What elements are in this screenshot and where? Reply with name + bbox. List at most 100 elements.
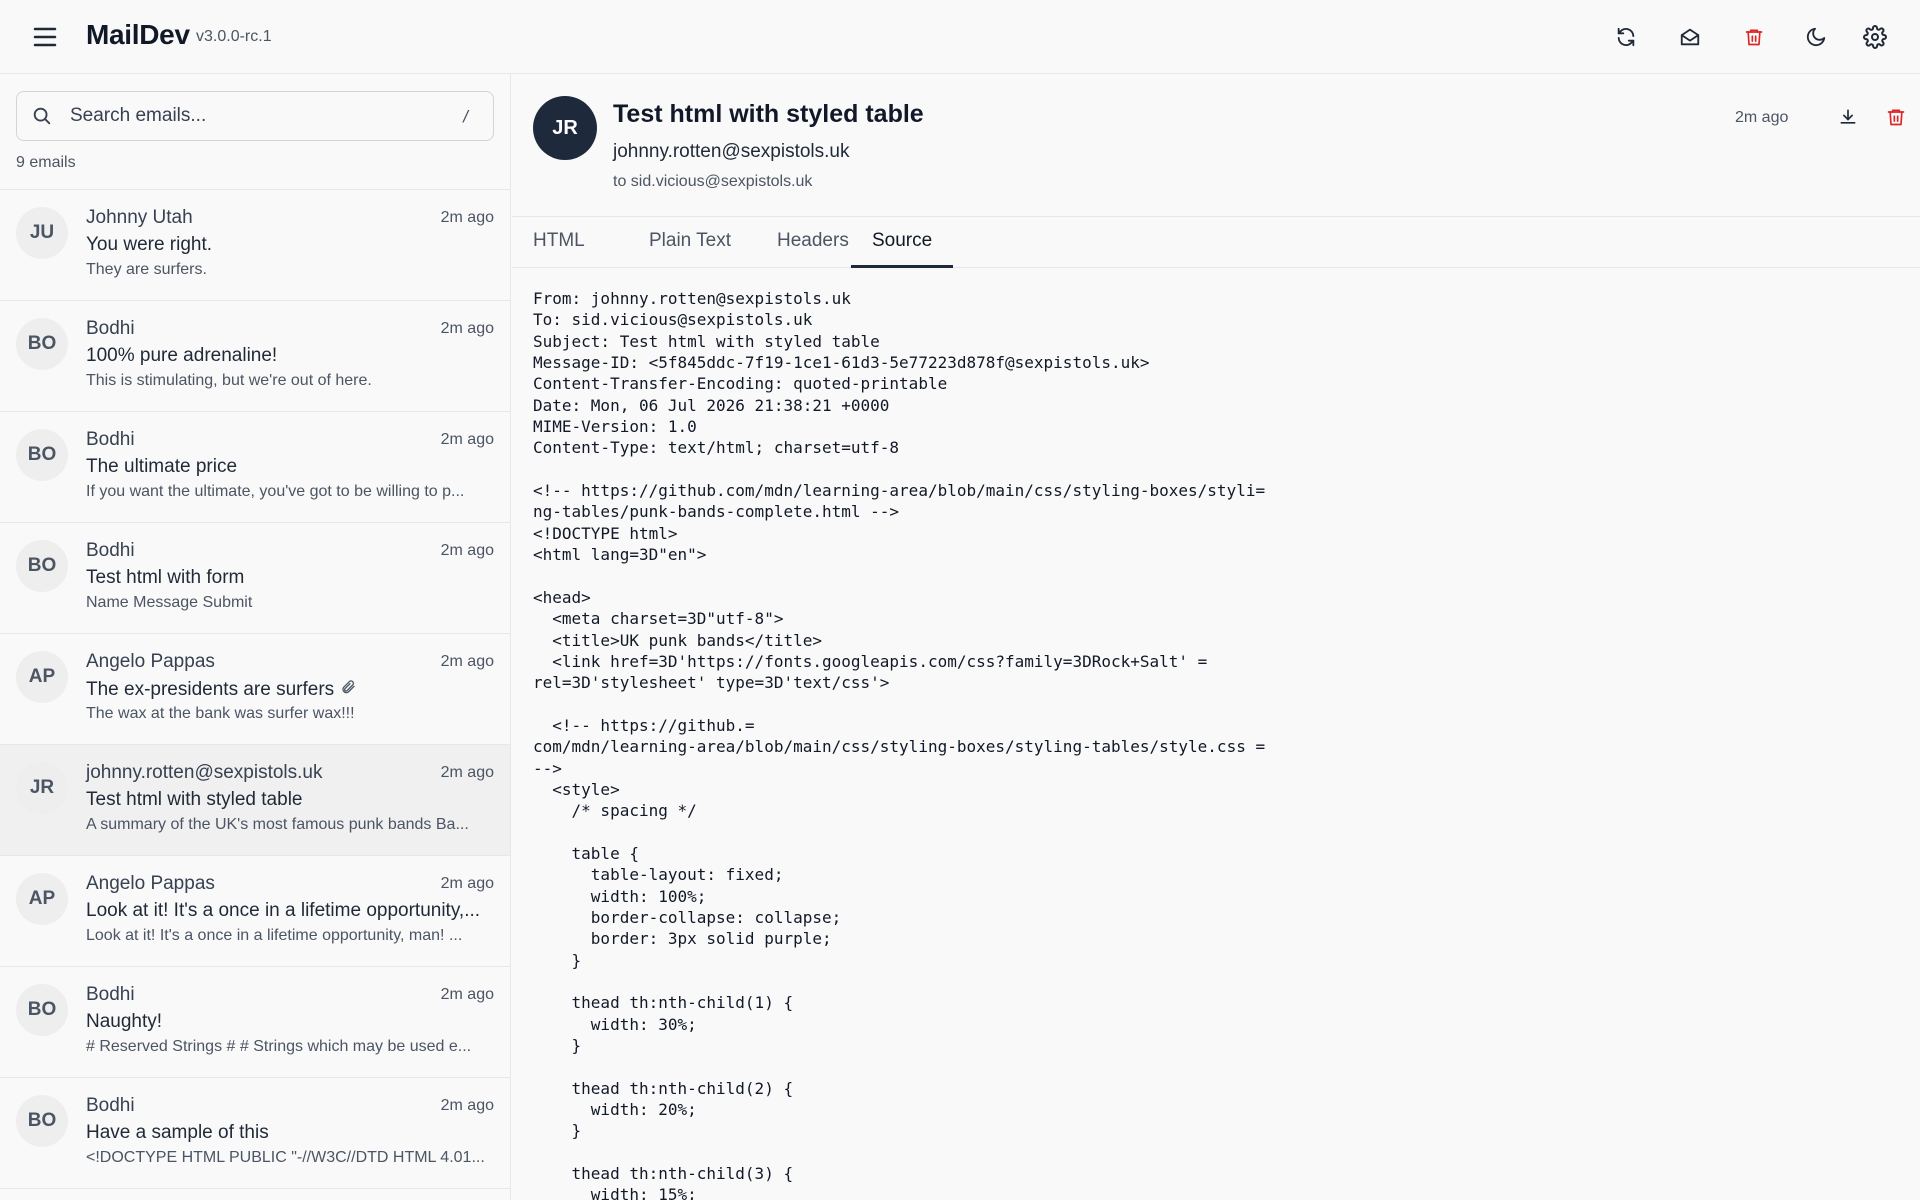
email-sender: Bodhi bbox=[86, 1095, 135, 1116]
email-sender: Bodhi bbox=[86, 318, 135, 339]
source-line: <title>UK punk bands</title> bbox=[533, 630, 822, 650]
source-line: border: 3px solid purple; bbox=[533, 929, 832, 949]
source-line: width: 15%; bbox=[533, 1185, 697, 1200]
menu-icon[interactable] bbox=[30, 25, 60, 49]
email-sender: Angelo Pappas bbox=[86, 873, 215, 894]
tab-html[interactable]: HTML bbox=[512, 217, 606, 268]
dark-mode-icon[interactable] bbox=[1796, 17, 1836, 57]
source-line bbox=[533, 459, 1913, 480]
source-line bbox=[533, 1142, 1913, 1163]
source-line: <style> bbox=[533, 779, 620, 799]
email-list-item[interactable]: BO Bodhi 2m ago 100% pure adrenaline! This i… bbox=[0, 301, 510, 412]
avatar: BO bbox=[16, 984, 68, 1036]
avatar: JU bbox=[16, 207, 68, 259]
email-sidebar: / 9 emails JU Johnny Utah 2m ago You were r… bbox=[0, 74, 511, 1200]
email-subject: Have a sample of this bbox=[86, 1122, 269, 1143]
avatar: AP bbox=[16, 651, 68, 703]
delete-icon[interactable] bbox=[1876, 97, 1916, 137]
email-preview: <!DOCTYPE HTML PUBLIC "-//W3C//DTD HTML … bbox=[86, 1149, 485, 1166]
source-line: border-collapse: collapse; bbox=[533, 907, 842, 927]
email-list-item[interactable]: AP Angelo Pappas 2m ago The ex-presidents a… bbox=[0, 634, 510, 745]
refresh-icon[interactable] bbox=[1606, 17, 1646, 57]
email-list-item[interactable]: BO Bodhi 2m ago Have a sample of this <!DOCT… bbox=[0, 1078, 510, 1189]
tab-source[interactable]: Source bbox=[851, 217, 954, 268]
email-list-item[interactable]: BO Bodhi 2m ago Naughty! # Reserved Strings … bbox=[0, 967, 510, 1078]
message-from: johnny.rotten@sexpistols.uk bbox=[613, 141, 850, 162]
avatar: BO bbox=[16, 318, 68, 370]
source-line: thead th:nth-child(2) { bbox=[533, 1078, 794, 1098]
source-line: width: 100%; bbox=[533, 886, 707, 906]
email-sender: Bodhi bbox=[86, 540, 135, 561]
email-list-item[interactable]: BO Bodhi 2m ago The ultimate price If you wa… bbox=[0, 412, 510, 523]
email-subject: Look at it! It's a once in a lifetime op… bbox=[86, 900, 481, 921]
avatar: BO bbox=[16, 540, 68, 592]
email-time: 2m ago bbox=[440, 209, 494, 226]
email-time: 2m ago bbox=[440, 653, 494, 670]
email-list-item[interactable]: BO Bodhi 2m ago Test html with form Name Mes… bbox=[0, 523, 510, 634]
email-preview: Name Message Submit bbox=[86, 594, 253, 611]
source-line: <!-- https://github.com/mdn/learning-are… bbox=[533, 481, 1266, 501]
source-line: } bbox=[533, 950, 582, 970]
email-time: 2m ago bbox=[440, 1097, 494, 1114]
source-line: width: 20%; bbox=[533, 1100, 697, 1120]
avatar: AP bbox=[16, 873, 68, 925]
email-time: 2m ago bbox=[440, 764, 494, 781]
email-preview: Look at it! It's a once in a lifetime op… bbox=[86, 927, 463, 944]
source-line: To: sid.vicious@sexpistols.uk bbox=[533, 310, 813, 330]
source-line: <html lang=3D"en"> bbox=[533, 545, 707, 565]
source-line: <head> bbox=[533, 587, 591, 607]
source-line: <!-- https://github.= bbox=[533, 715, 755, 735]
avatar: BO bbox=[16, 429, 68, 481]
email-preview: They are surfers. bbox=[86, 261, 207, 278]
app-name: MailDev bbox=[86, 19, 190, 50]
message-to: to sid.vicious@sexpistols.uk bbox=[613, 173, 813, 190]
source-line bbox=[533, 822, 1913, 843]
email-time: 2m ago bbox=[440, 320, 494, 337]
avatar: BO bbox=[16, 1095, 68, 1147]
email-preview: A summary of the UK's most famous punk b… bbox=[86, 816, 469, 833]
email-list: JU Johnny Utah 2m ago You were right. They a… bbox=[0, 189, 510, 1189]
source-line: table { bbox=[533, 843, 639, 863]
search-shortcut-hint: / bbox=[461, 107, 471, 125]
message-time: 2m ago bbox=[1735, 109, 1789, 126]
email-list-item[interactable]: JR johnny.rotten@sexpistols.uk 2m ago Test … bbox=[0, 745, 510, 856]
source-line: --> bbox=[533, 758, 562, 778]
search-input[interactable] bbox=[70, 92, 430, 140]
email-list-item[interactable]: JU Johnny Utah 2m ago You were right. They a… bbox=[0, 190, 510, 301]
email-preview: # Reserved Strings # # Strings which may… bbox=[86, 1038, 472, 1055]
email-list-item[interactable]: AP Angelo Pappas 2m ago Look at it! It's a … bbox=[0, 856, 510, 967]
email-sender: Bodhi bbox=[86, 429, 135, 450]
delete-all-icon[interactable] bbox=[1734, 17, 1774, 57]
source-line: thead th:nth-child(3) { bbox=[533, 1164, 794, 1184]
avatar: JR bbox=[533, 96, 597, 160]
message-header: JR Test html with styled table johnny.ro… bbox=[512, 74, 1920, 217]
source-line: } bbox=[533, 1036, 582, 1056]
email-subject: The ultimate price bbox=[86, 456, 238, 477]
email-subject: Test html with styled table bbox=[86, 789, 303, 810]
tab-plain-text[interactable]: Plain Text bbox=[628, 217, 752, 268]
source-line: <!DOCTYPE html> bbox=[533, 523, 678, 543]
email-preview: If you want the ultimate, you've got to … bbox=[86, 483, 465, 500]
email-time: 2m ago bbox=[440, 431, 494, 448]
email-sender: johnny.rotten@sexpistols.uk bbox=[86, 762, 323, 783]
source-line: com/mdn/learning-area/blob/main/css/styl… bbox=[533, 737, 1266, 757]
email-time: 2m ago bbox=[440, 875, 494, 892]
search-box[interactable]: / bbox=[16, 91, 494, 141]
source-line bbox=[533, 971, 1913, 992]
source-line: ng-tables/punk-bands-complete.html --> bbox=[533, 502, 900, 522]
download-icon[interactable] bbox=[1828, 97, 1868, 137]
source-line: width: 30%; bbox=[533, 1014, 697, 1034]
source-line: table-layout: fixed; bbox=[533, 865, 784, 885]
source-line: } bbox=[533, 1121, 582, 1141]
email-time: 2m ago bbox=[440, 986, 494, 1003]
settings-icon[interactable] bbox=[1855, 17, 1895, 57]
source-line: Content-Transfer-Encoding: quoted-printa… bbox=[533, 374, 948, 394]
source-line bbox=[533, 565, 1913, 586]
search-icon bbox=[31, 105, 53, 132]
source-line: Content-Type: text/html; charset=utf-8 bbox=[533, 438, 900, 458]
app-version: v3.0.0-rc.1 bbox=[196, 28, 272, 45]
message-subject: Test html with styled table bbox=[613, 100, 924, 128]
email-subject: The ex-presidents are surfers bbox=[86, 678, 492, 702]
source-line: MIME-Version: 1.0 bbox=[533, 417, 697, 437]
mark-all-read-icon[interactable] bbox=[1670, 17, 1710, 57]
